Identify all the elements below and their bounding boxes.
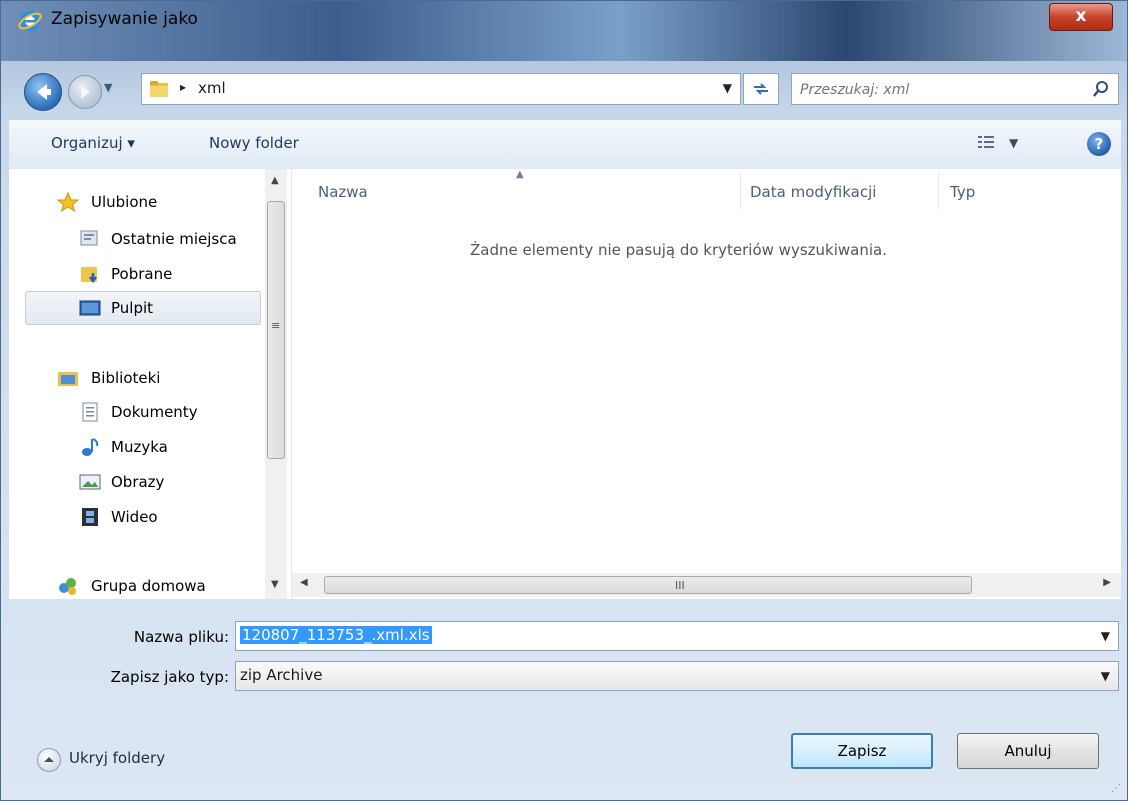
- filename-label: Nazwa pliku:: [133, 628, 229, 646]
- save-button[interactable]: Zapisz: [791, 733, 933, 769]
- filename-input-value[interactable]: 120807_113753_.xml.xls: [240, 626, 432, 644]
- star-icon: [57, 192, 79, 212]
- arrow-left-icon: [37, 84, 51, 100]
- breadcrumb-current-folder[interactable]: xml: [198, 79, 226, 97]
- nav-item-label: Obrazy: [111, 473, 165, 491]
- recent-locations-dropdown[interactable]: ▼: [104, 81, 116, 101]
- filename-selected-text[interactable]: 120807_113753_.xml.xls: [240, 626, 432, 644]
- nav-item-label: Pulpit: [111, 299, 154, 317]
- document-icon: [82, 402, 98, 422]
- organize-menu-button[interactable]: Organizuj ▾: [51, 134, 135, 152]
- refresh-button[interactable]: [743, 73, 779, 105]
- nav-libraries-label: Biblioteki: [91, 369, 161, 387]
- filetype-label: Zapisz jako typ:: [110, 668, 229, 686]
- command-bar: Organizuj ▾ Nowy folder ▼ ?: [9, 119, 1121, 171]
- scrollbar-thumb[interactable]: III: [324, 576, 972, 594]
- nav-item-recent-places[interactable]: Ostatnie miejsca: [80, 224, 237, 254]
- empty-results-message: Żadne elementy nie pasują do kryteriów w…: [470, 241, 887, 259]
- search-box[interactable]: [791, 73, 1119, 105]
- new-folder-button[interactable]: Nowy folder: [209, 134, 299, 152]
- nav-item-documents[interactable]: Dokumenty: [82, 397, 198, 427]
- details-view-icon: [978, 136, 994, 148]
- column-header-date-modified[interactable]: Data modyfikacji: [750, 183, 876, 201]
- music-note-icon: [82, 438, 99, 456]
- scroll-grip-icon: ≡: [271, 319, 281, 332]
- address-dropdown-icon[interactable]: ▼: [723, 81, 732, 95]
- nav-favorites-label: Ulubione: [91, 193, 158, 211]
- scroll-grip-icon: III: [675, 579, 685, 592]
- nav-item-desktop[interactable]: Pulpit: [79, 293, 154, 323]
- search-input[interactable]: [798, 78, 1082, 102]
- picture-icon: [79, 474, 101, 490]
- libraries-icon: [58, 372, 78, 386]
- filetype-select-value[interactable]: zip Archive: [240, 666, 322, 684]
- downloads-folder-icon: [81, 267, 97, 284]
- folder-icon: [150, 81, 168, 97]
- forward-button[interactable]: [68, 75, 102, 109]
- breadcrumb-separator[interactable]: ▸: [180, 80, 186, 94]
- sort-ascending-icon: ▲: [516, 169, 524, 180]
- help-button[interactable]: ?: [1087, 132, 1111, 156]
- scroll-right-icon[interactable]: ▶: [1103, 577, 1111, 588]
- chevron-down-icon[interactable]: ▼: [1101, 669, 1110, 683]
- column-header-name[interactable]: Nazwa: [318, 183, 368, 201]
- window-title: Zapisywanie jako: [51, 9, 198, 29]
- hide-folders-label: Ukryj foldery: [69, 749, 166, 767]
- scroll-left-icon[interactable]: ◀: [300, 577, 308, 588]
- resize-grip-icon[interactable]: ⋰: [1111, 783, 1121, 794]
- filename-field[interactable]: 120807_113753_.xml.xls ▼: [235, 621, 1119, 651]
- nav-item-label: Dokumenty: [111, 403, 198, 421]
- column-divider[interactable]: [740, 173, 741, 209]
- nav-libraries[interactable]: Biblioteki: [58, 363, 161, 393]
- title-bar[interactable]: Zapisywanie jako x: [1, 1, 1127, 61]
- nav-item-label: Ostatnie miejsca: [111, 230, 237, 248]
- scroll-up-icon[interactable]: ▲: [271, 175, 279, 186]
- film-icon: [82, 508, 98, 526]
- chevron-down-icon[interactable]: ▼: [1101, 629, 1110, 643]
- refresh-icon: [754, 83, 768, 95]
- search-icon[interactable]: [1092, 80, 1110, 98]
- file-list[interactable]: ▲ Nazwa Data modyfikacji Typ Żadne eleme…: [292, 169, 1121, 599]
- chevron-up-icon: [37, 748, 61, 772]
- address-bar[interactable]: ▸ xml ▼: [141, 73, 741, 105]
- nav-homegroup-label: Grupa domowa: [91, 577, 206, 595]
- nav-item-pictures[interactable]: Obrazy: [79, 467, 165, 497]
- column-header-type[interactable]: Typ: [950, 183, 975, 201]
- view-options-button[interactable]: ▼: [977, 134, 1037, 156]
- navigation-pane: Ulubione Ostatnie miejsca Pobrane Pulpit: [9, 169, 292, 599]
- nav-homegroup[interactable]: Grupa domowa: [59, 571, 206, 601]
- recent-places-icon: [80, 230, 98, 246]
- nav-item-videos[interactable]: Wideo: [82, 502, 158, 532]
- desktop-icon: [79, 300, 101, 316]
- nav-item-music[interactable]: Muzyka: [82, 432, 168, 462]
- navigation-scrollbar[interactable]: ▲ ≡ ▼: [265, 169, 287, 599]
- save-as-dialog: Zapisywanie jako x ▼ ▸ xml ▼ Przeszukaj:…: [0, 0, 1128, 801]
- scroll-down-icon[interactable]: ▼: [271, 579, 279, 590]
- arrow-right-icon: [81, 85, 90, 99]
- internet-explorer-icon: [18, 11, 42, 31]
- horizontal-scrollbar[interactable]: ◀ III ▶: [292, 573, 1121, 597]
- back-button[interactable]: [24, 73, 62, 111]
- cancel-button[interactable]: Anuluj: [957, 733, 1099, 769]
- nav-item-label: Muzyka: [111, 438, 168, 456]
- nav-item-label: Pobrane: [111, 265, 173, 283]
- nav-favorites[interactable]: Ulubione: [57, 187, 158, 217]
- nav-item-downloads[interactable]: Pobrane: [81, 259, 173, 289]
- column-divider[interactable]: [938, 173, 939, 209]
- filetype-select[interactable]: zip Archive ▼: [235, 661, 1119, 691]
- chevron-down-icon: ▼: [1009, 136, 1019, 150]
- nav-item-label: Wideo: [111, 508, 158, 526]
- close-button[interactable]: x: [1049, 3, 1113, 31]
- homegroup-icon: [59, 578, 76, 595]
